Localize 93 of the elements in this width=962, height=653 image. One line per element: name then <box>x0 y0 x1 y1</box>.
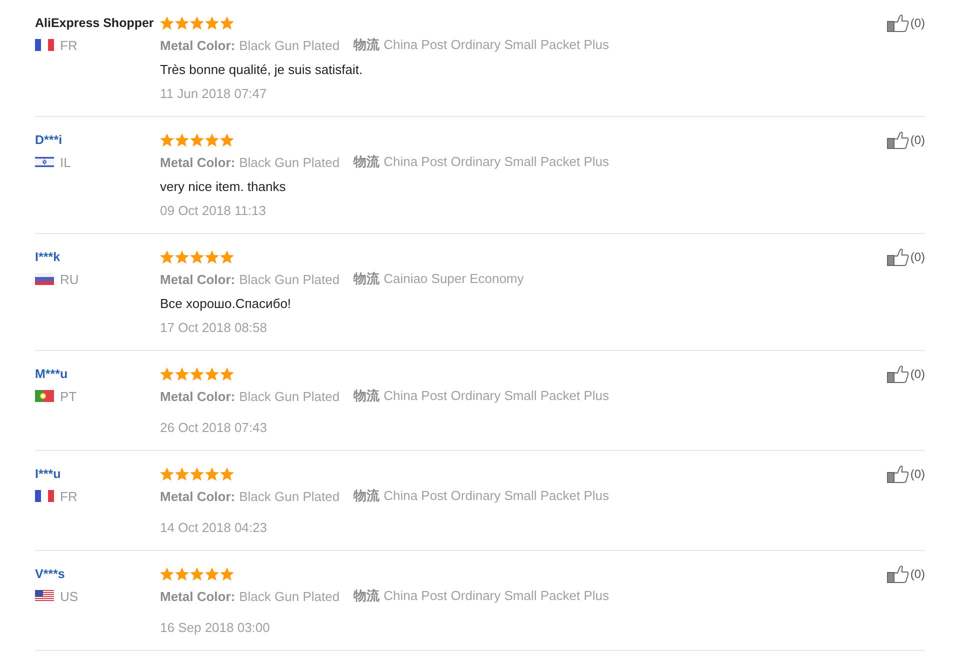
attribute-label: 物流 <box>354 588 380 603</box>
attribute-label: Metal Color: <box>160 38 236 52</box>
star-icon <box>205 16 219 30</box>
attribute-value: Black Gun Plated <box>239 488 340 504</box>
star-icon <box>160 250 174 264</box>
review-date: 26 Oct 2018 07:43 <box>160 418 268 436</box>
portuguese-flag-icon <box>35 390 54 402</box>
russian-flag-icon <box>35 273 54 285</box>
like-button[interactable]: (0) <box>887 365 925 383</box>
star-icon <box>205 367 219 381</box>
country-code: FR <box>60 38 78 52</box>
star-icon <box>175 133 189 147</box>
star-icon <box>175 250 189 264</box>
star-icon <box>190 250 204 264</box>
reviewer-name[interactable]: V***s <box>35 567 65 581</box>
reviewer-name: AliExpress Shopper <box>35 16 154 30</box>
star-icon <box>220 16 234 30</box>
attribute-label: 物流 <box>354 271 380 286</box>
israeli-flag-icon <box>35 156 54 168</box>
star-icon <box>205 133 219 147</box>
star-icon <box>160 567 174 581</box>
attribute-label: Metal Color: <box>160 272 236 286</box>
star-icon <box>190 367 204 381</box>
attribute-label: Metal Color: <box>160 488 236 504</box>
attribute-label: 物流 <box>354 488 380 503</box>
country-code: FR <box>60 488 78 504</box>
attribute-value: China Post Ordinary Small Packet Plus <box>384 154 610 169</box>
attribute-value: China Post Ordinary Small Packet Plus <box>384 37 610 52</box>
star-icon <box>205 250 219 264</box>
attribute-label: 物流 <box>354 154 380 169</box>
thumbs-up-icon <box>887 248 910 266</box>
thumbs-up-icon <box>887 14 910 32</box>
thumbs-up-icon <box>887 465 910 483</box>
attribute-value: Black Gun Plated <box>239 272 340 286</box>
review-date: 16 Sep 2018 03:00 <box>160 618 271 637</box>
country-code: IL <box>60 154 71 170</box>
reviewer-name[interactable]: M***u <box>35 367 68 381</box>
star-icon <box>160 467 174 481</box>
star-icon <box>220 367 234 381</box>
attribute-label: 物流 <box>354 388 380 403</box>
star-icon <box>205 467 219 481</box>
country-code: PT <box>60 388 77 404</box>
star-icon <box>220 250 234 264</box>
like-button[interactable]: (0) <box>887 14 925 32</box>
reviewer-name[interactable]: I***u <box>35 467 61 481</box>
french-flag-icon <box>35 490 54 502</box>
star-icon <box>160 16 174 30</box>
star-icon <box>220 133 234 147</box>
like-button[interactable]: (0) <box>887 131 925 149</box>
like-button[interactable]: (0) <box>887 465 925 483</box>
star-icon <box>175 367 189 381</box>
star-icon <box>175 567 189 581</box>
thumbs-up-icon <box>887 365 910 383</box>
attribute-value: Black Gun Plated <box>239 38 340 52</box>
review-text: very nice item. thanks <box>160 178 287 196</box>
review-date: 14 Oct 2018 04:23 <box>160 518 268 536</box>
attribute-label: Metal Color: <box>160 588 236 604</box>
country-code: US <box>60 588 78 604</box>
attribute-value: China Post Ordinary Small Packet Plus <box>384 388 610 403</box>
like-button[interactable]: (0) <box>887 248 925 266</box>
star-icon <box>190 16 204 30</box>
thumbs-up-icon <box>887 565 910 583</box>
reviewer-name[interactable]: I***k <box>35 250 60 264</box>
review-date: 11 Jun 2018 07:47 <box>160 84 268 102</box>
star-icon <box>160 133 174 147</box>
thumbs-up-icon <box>887 131 910 149</box>
reviewer-name[interactable]: D***i <box>35 133 62 147</box>
star-icon <box>175 467 189 481</box>
review-date: 17 Oct 2018 08:58 <box>160 318 268 336</box>
star-icon <box>190 133 204 147</box>
attribute-label: Metal Color: <box>160 388 236 404</box>
review-date: 09 Oct 2018 11:13 <box>160 202 268 220</box>
american-flag-icon <box>35 590 54 602</box>
review-text: Все хорошо.Спасибо! <box>160 295 292 313</box>
star-icon <box>220 467 234 481</box>
review-text: Très bonne qualité, je suis satisfait. <box>160 61 364 79</box>
like-button[interactable]: (0) <box>887 565 925 583</box>
star-icon <box>160 367 174 381</box>
attribute-label: Metal Color: <box>160 154 236 170</box>
star-icon <box>220 567 234 581</box>
attribute-value: Black Gun Plated <box>239 388 340 404</box>
star-icon <box>175 16 189 30</box>
attribute-value: Black Gun Plated <box>239 588 340 604</box>
attribute-value: China Post Ordinary Small Packet Plus <box>384 488 610 503</box>
attribute-label: 物流 <box>354 37 380 52</box>
star-icon <box>190 567 204 581</box>
attribute-value: Cainiao Super Economy <box>384 271 524 286</box>
french-flag-icon <box>35 39 54 51</box>
attribute-value: China Post Ordinary Small Packet Plus <box>384 588 610 603</box>
country-code: RU <box>60 272 79 286</box>
star-icon <box>205 567 219 581</box>
attribute-value: Black Gun Plated <box>239 154 340 170</box>
star-icon <box>190 467 204 481</box>
